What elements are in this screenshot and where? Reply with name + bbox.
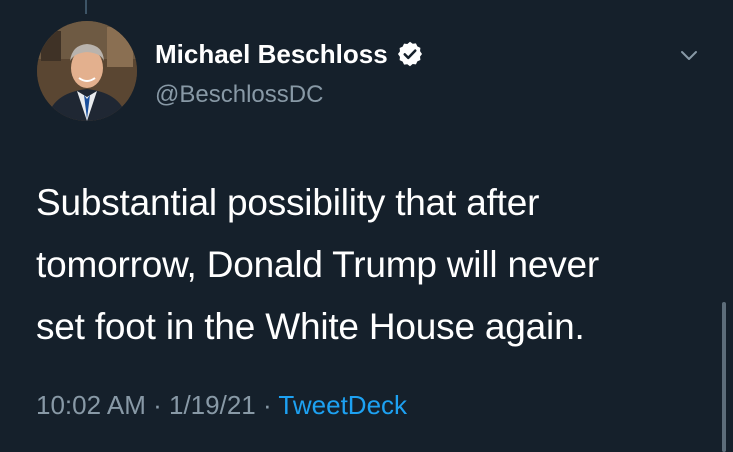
tweet-metadata: 10:02 AM · 1/19/21 · TweetDeck [36, 388, 407, 422]
tweet-text-line: set foot in the White House again. [36, 306, 585, 347]
tweet-body: Substantial possibility that after tomor… [36, 172, 696, 358]
tweet-date[interactable]: 1/19/21 [169, 390, 256, 420]
author-name-row[interactable]: Michael Beschloss [155, 37, 424, 71]
scrollbar[interactable] [722, 302, 726, 452]
tweet-text-line: Substantial possibility that after [36, 182, 540, 223]
display-name[interactable]: Michael Beschloss [155, 37, 388, 71]
verified-badge-icon [396, 40, 424, 68]
tweet-time[interactable]: 10:02 AM [36, 390, 146, 420]
meta-separator: · [262, 390, 272, 420]
thread-connector-line [85, 0, 87, 14]
tweet-text-line: tomorrow, Donald Trump will never [36, 244, 599, 285]
tweet-source-link[interactable]: TweetDeck [278, 390, 407, 420]
chevron-down-icon[interactable] [676, 42, 702, 68]
avatar[interactable] [37, 21, 137, 121]
user-handle[interactable]: @BeschlossDC [155, 79, 323, 111]
tweet-detail: Michael Beschloss @BeschlossDC Substanti… [0, 0, 733, 452]
meta-separator: · [153, 390, 162, 420]
